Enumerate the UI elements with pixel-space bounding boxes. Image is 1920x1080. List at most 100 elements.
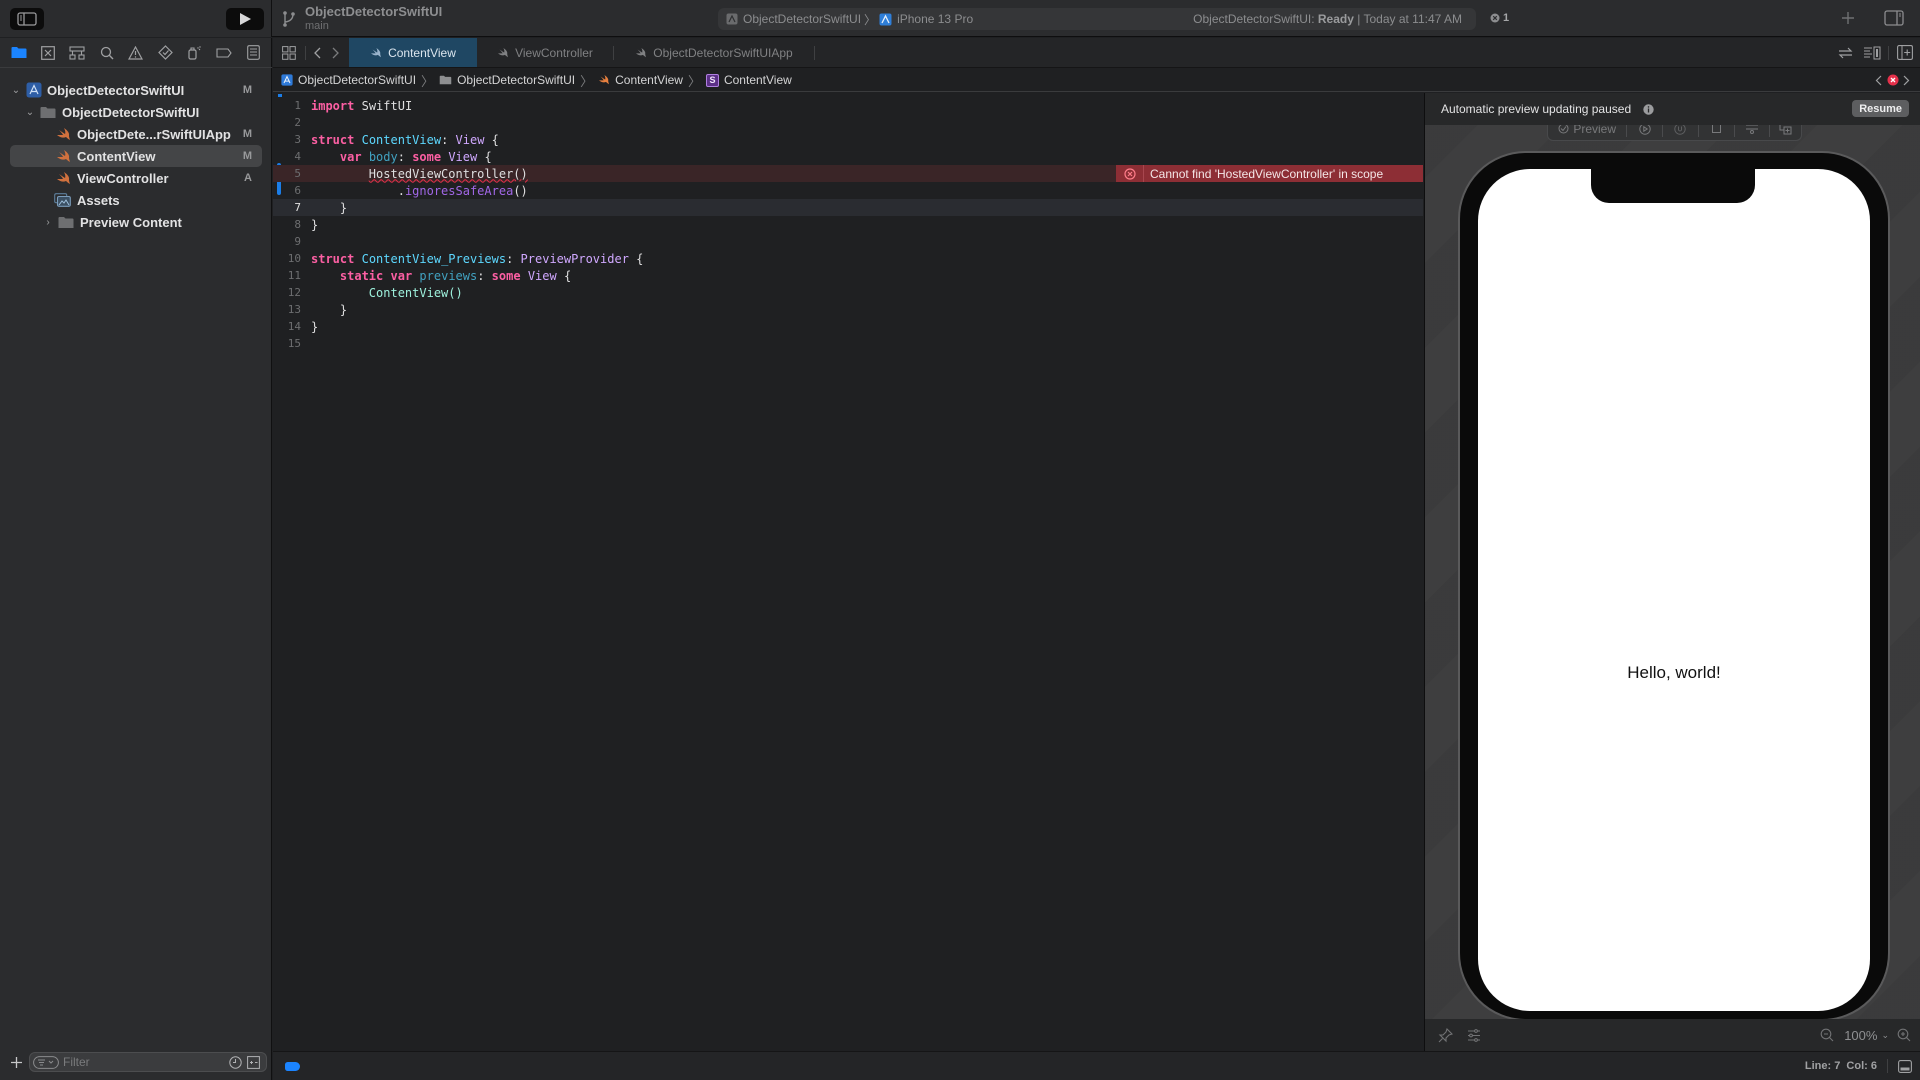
line-number: 6 <box>294 184 301 197</box>
device-screen[interactable]: Hello, world! <box>1478 169 1870 1011</box>
keyword: static <box>339 268 384 283</box>
breakpoint-navigator-tab[interactable] <box>214 43 234 63</box>
report-navigator-tab[interactable] <box>243 43 263 63</box>
recent-files-icon[interactable] <box>229 1056 242 1069</box>
keyword: import <box>311 98 355 113</box>
toggle-debug-area-icon[interactable] <box>1898 1059 1912 1073</box>
sidebar-toggle-icon <box>17 12 37 26</box>
toggle-navigator-button[interactable] <box>10 8 44 30</box>
scm-status: A <box>244 172 252 184</box>
hierarchy-icon <box>69 45 85 60</box>
code-line: 4 var body: some View { <box>273 148 1423 165</box>
line-number: 7 <box>294 201 301 214</box>
zoom-out-icon[interactable] <box>1820 1028 1834 1042</box>
chevron-down-icon[interactable]: ⌄ <box>1881 1030 1889 1041</box>
back-icon[interactable] <box>313 47 321 59</box>
line-number: 11 <box>287 269 301 282</box>
chevron-down-icon[interactable]: ⌄ <box>10 84 22 96</box>
pin-icon[interactable] <box>1438 1027 1453 1043</box>
chevron-right-icon[interactable]: › <box>42 216 54 228</box>
tab-viewcontroller[interactable]: ViewController <box>477 38 613 67</box>
tree-item-project[interactable]: ⌄ ObjectDetectorSwiftUI M <box>10 79 262 101</box>
code-line-current: 7 } <box>273 199 1423 216</box>
editor-options-icon[interactable] <box>1863 46 1881 60</box>
swap-icon[interactable] <box>1838 47 1853 59</box>
asset-catalog-icon <box>54 193 71 207</box>
run-button[interactable] <box>226 8 264 30</box>
tab-separator <box>814 46 815 60</box>
jumpbar-folder[interactable]: ObjectDetectorSwiftUI <box>439 73 575 87</box>
branch-icon <box>283 11 295 27</box>
filter-options-icon[interactable] <box>33 1055 59 1069</box>
jumpbar-project[interactable]: ObjectDetectorSwiftUI <box>281 73 416 87</box>
test-navigator-tab[interactable] <box>155 43 175 63</box>
punct: : <box>441 132 456 147</box>
adjustments-icon[interactable] <box>1467 1028 1481 1042</box>
swift-file-icon <box>599 75 610 85</box>
type-name: View <box>448 149 478 164</box>
tree-item-folder[interactable]: ⌄ ObjectDetectorSwiftUI <box>10 101 262 123</box>
scheme-title[interactable]: ObjectDetectorSwiftUI <box>305 4 442 19</box>
tab-objectdetectorswiftuiapp[interactable]: ObjectDetectorSwiftUIApp <box>614 38 814 67</box>
punct: . <box>397 183 405 198</box>
tree-item-file[interactable]: ViewController A <box>10 167 262 189</box>
issue-navigator-tab[interactable] <box>126 43 146 63</box>
source-editor[interactable]: 1 import SwiftUI 2 3 struct ContentView: V… <box>273 93 1423 1051</box>
identifier: SwiftUI <box>361 98 413 113</box>
add-editor-icon[interactable] <box>1897 45 1913 60</box>
tree-item-label: Preview Content <box>80 214 182 230</box>
jumpbar-symbol[interactable]: S ContentView <box>705 73 792 87</box>
previous-issue-icon[interactable] <box>1875 75 1882 86</box>
divider <box>305 46 306 60</box>
scm-filter-icon[interactable] <box>247 1056 260 1069</box>
add-icon[interactable] <box>1841 11 1855 25</box>
line-number: 10 <box>287 252 301 265</box>
chevron-right-icon: 〉 <box>580 73 594 89</box>
debug-area-toggle[interactable] <box>285 1061 300 1071</box>
inspector-toggle-icon[interactable] <box>1884 10 1904 26</box>
tree-item-file-selected[interactable]: ContentView M <box>10 145 262 167</box>
error-annotation[interactable]: Cannot find 'HostedViewController' in sc… <box>1116 165 1423 182</box>
scm-status: M <box>242 150 252 162</box>
filter-input[interactable]: Filter <box>29 1052 267 1072</box>
tree-item-assets[interactable]: Assets <box>10 189 262 211</box>
device-icon <box>879 13 892 25</box>
forward-icon[interactable] <box>332 47 340 59</box>
project-navigator-tab[interactable] <box>9 43 29 63</box>
zoom-in-icon[interactable] <box>1897 1028 1911 1042</box>
symbol-navigator-tab[interactable] <box>67 43 87 63</box>
debug-navigator-tab[interactable] <box>185 43 205 63</box>
scheme-selector[interactable]: ObjectDetectorSwiftUI <box>726 12 861 26</box>
issue-error-icon[interactable] <box>1887 74 1899 86</box>
chevron-right-icon: 〉 <box>687 73 701 89</box>
type-name: View <box>455 132 485 147</box>
warning-icon <box>128 45 144 60</box>
related-items-icon[interactable] <box>282 46 296 60</box>
error-count: 1 <box>1503 12 1510 24</box>
zoom-level[interactable]: 100% <box>1844 1028 1877 1043</box>
tree-item-label: Assets <box>77 192 120 208</box>
code-line: 6 .ignoresSafeArea() <box>273 182 1423 199</box>
source-control-icon <box>41 45 55 60</box>
swift-file-icon <box>57 127 70 140</box>
code-line: 11 static var previews: some View { <box>273 267 1423 284</box>
info-icon[interactable] <box>1643 103 1654 115</box>
tab-label: ContentView <box>388 45 456 60</box>
tree-item-file[interactable]: ObjectDete...rSwiftUIApp M <box>10 123 262 145</box>
punct: } <box>339 302 348 317</box>
jumpbar-file[interactable]: ContentView <box>598 73 683 87</box>
tree-item-label: ContentView <box>77 148 156 164</box>
chevron-right-icon: 〉 <box>864 12 877 27</box>
navigator-selector-bar <box>0 38 272 68</box>
resume-button[interactable]: Resume <box>1852 100 1909 117</box>
punct: } <box>311 319 319 334</box>
next-issue-icon[interactable] <box>1903 75 1910 86</box>
find-navigator-tab[interactable] <box>97 43 117 63</box>
source-control-navigator-tab[interactable] <box>38 43 58 63</box>
add-file-icon[interactable] <box>11 1057 22 1068</box>
error-count-badge[interactable]: 1 <box>1490 12 1509 24</box>
tree-item-folder[interactable]: › Preview Content <box>10 211 262 233</box>
chevron-down-icon[interactable]: ⌄ <box>24 106 36 118</box>
destination-selector[interactable]: iPhone 13 Pro <box>879 12 973 26</box>
tab-contentview[interactable]: ContentView <box>349 38 477 67</box>
